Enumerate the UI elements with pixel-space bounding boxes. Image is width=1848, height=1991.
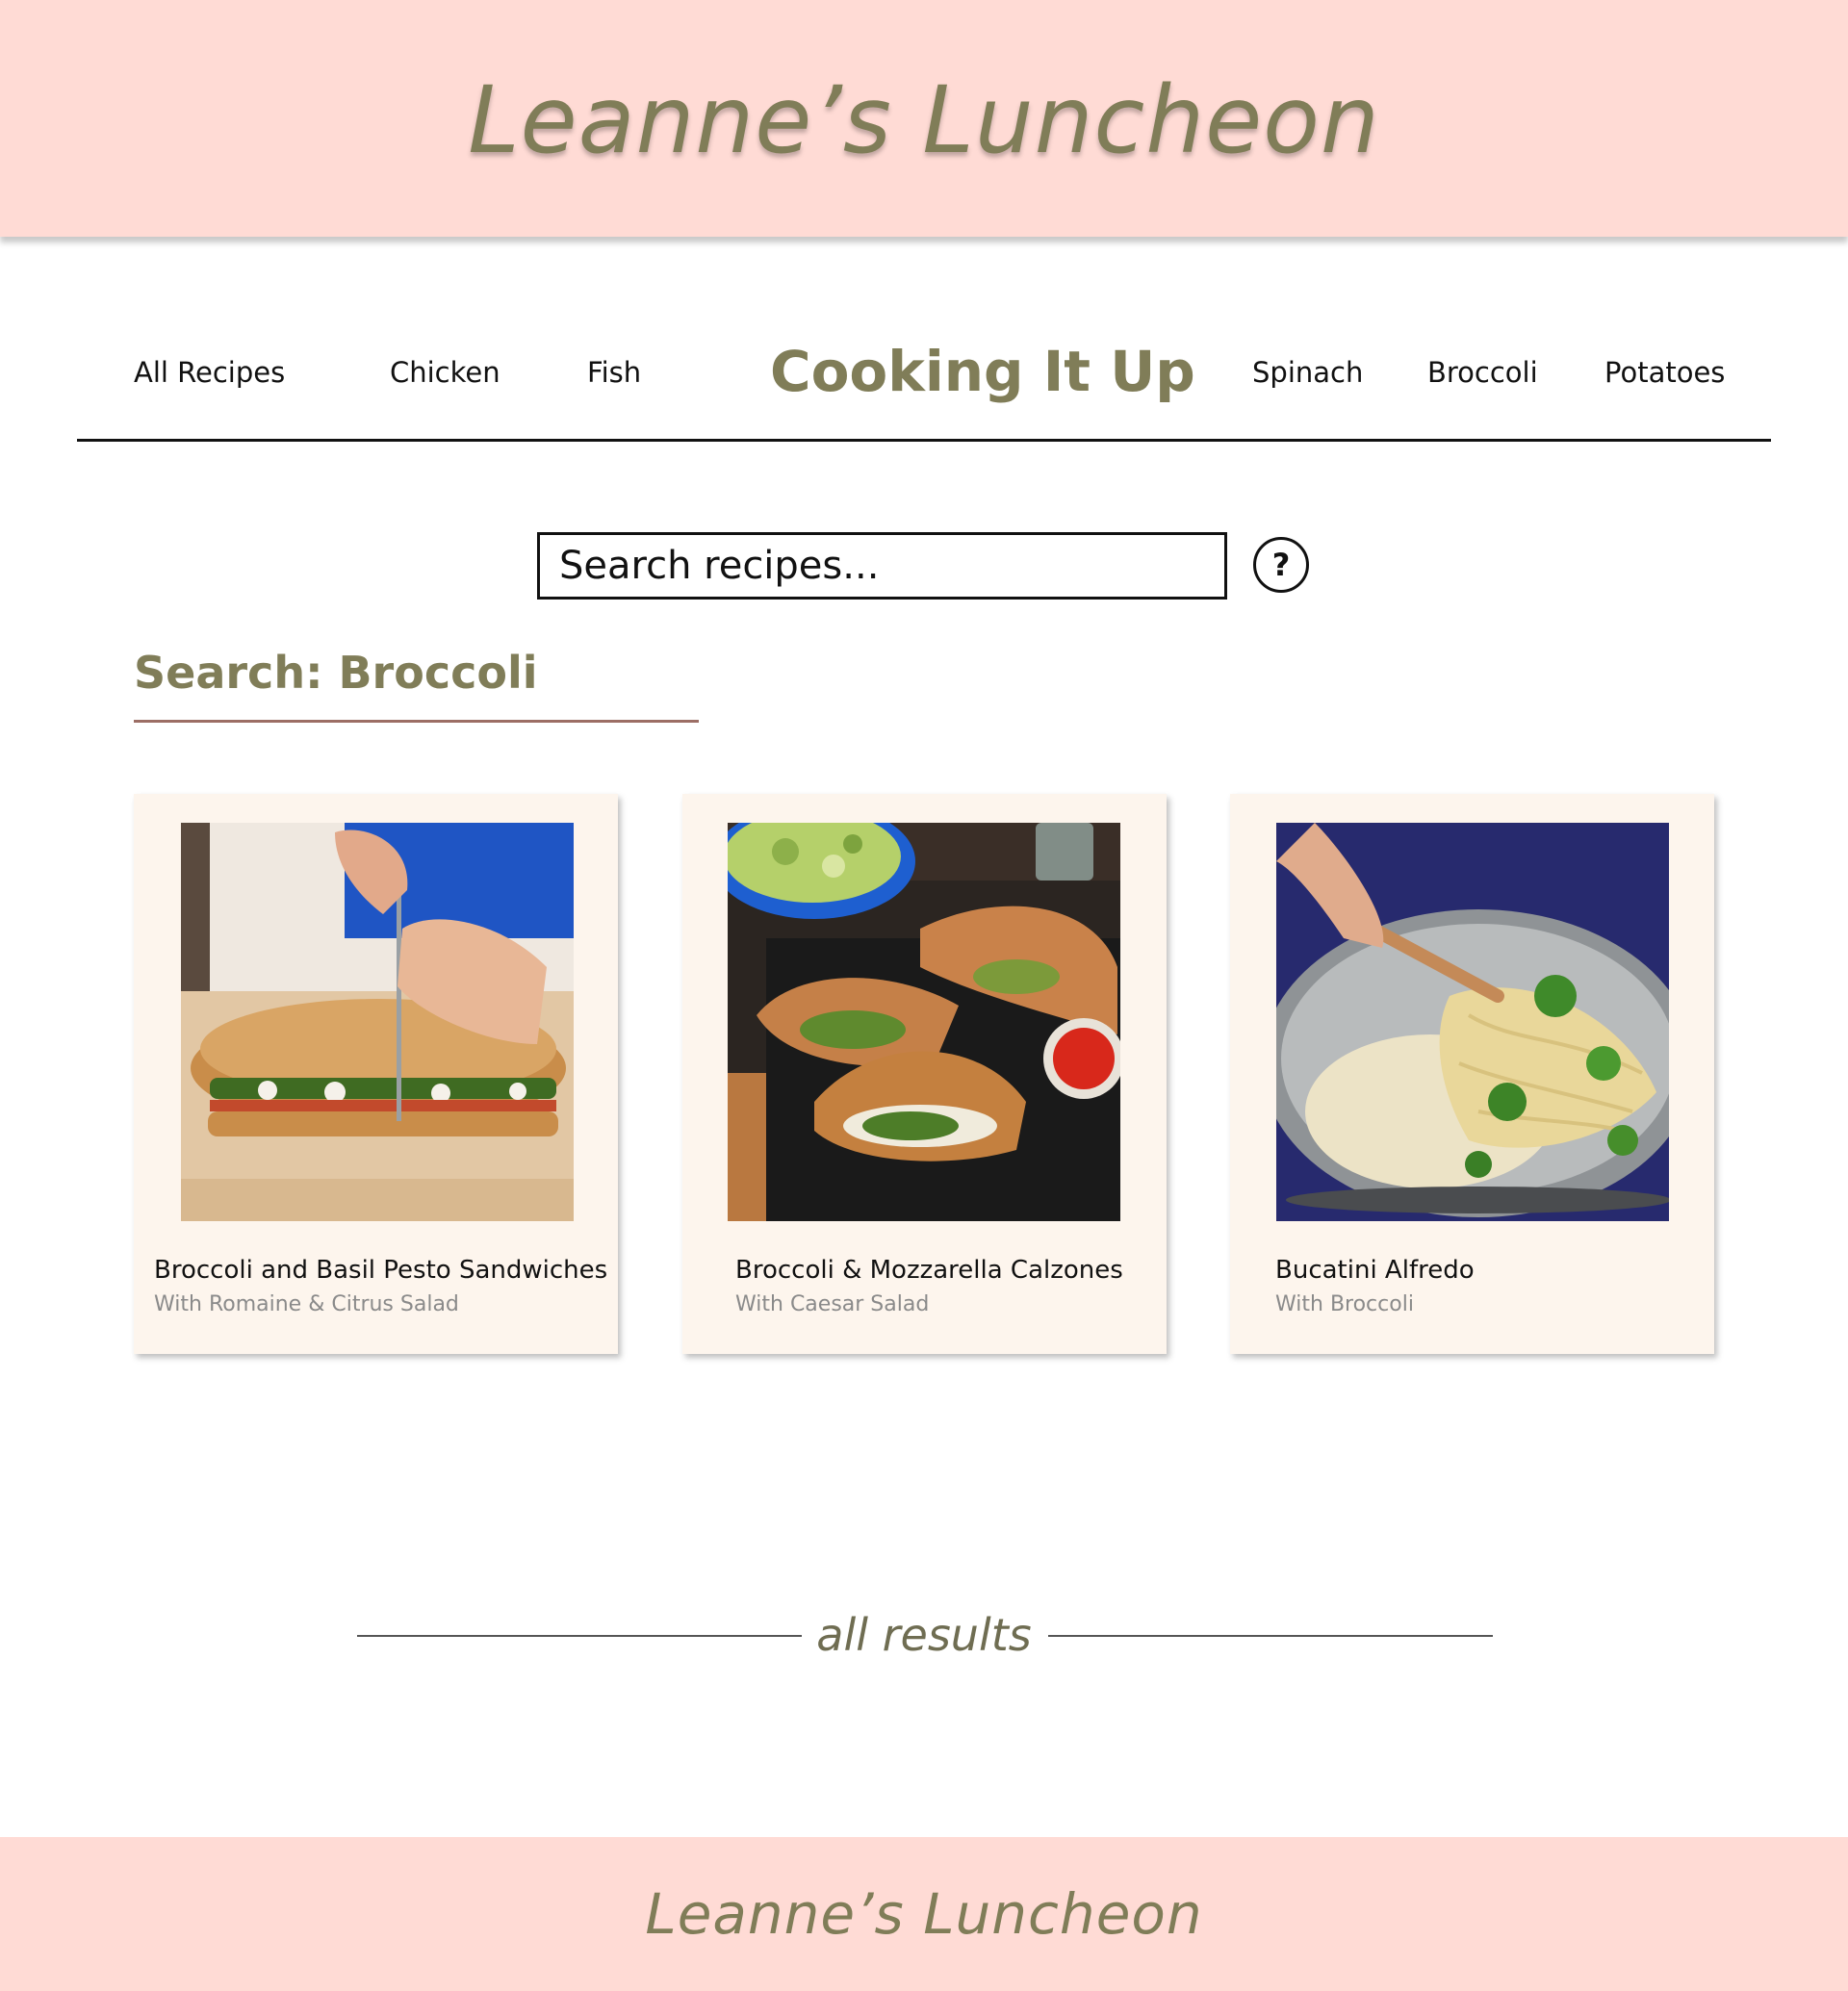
nav-link-spinach[interactable]: Spinach — [1252, 356, 1363, 389]
recipe-title[interactable]: Broccoli and Basil Pesto Sandwiches — [154, 1256, 626, 1285]
recipe-subtitle: With Caesar Salad — [735, 1292, 930, 1316]
search-box[interactable] — [537, 532, 1227, 600]
search-input[interactable] — [540, 535, 1224, 597]
recipe-subtitle: With Romaine & Citrus Salad — [154, 1292, 459, 1316]
results-divider-left — [357, 1635, 802, 1637]
footer-logo[interactable]: Leanne’s Luncheon — [645, 1881, 1202, 1947]
recipe-card-calzones[interactable]: Broccoli & Mozzarella Calzones With Caes… — [682, 794, 1167, 1354]
recipe-photo-calzones — [728, 823, 1120, 1221]
nav-link-potatoes[interactable]: Potatoes — [1604, 356, 1725, 389]
site-logo[interactable]: Leanne’s Luncheon — [468, 66, 1380, 174]
nav-brand[interactable]: Cooking It Up — [770, 339, 1195, 404]
recipe-photo-alfredo — [1276, 823, 1669, 1221]
nav-divider — [77, 439, 1771, 442]
recipe-photo-sandwich — [181, 823, 574, 1221]
recipe-subtitle: With Broccoli — [1275, 1292, 1414, 1316]
all-results-link[interactable]: all results — [799, 1609, 1049, 1661]
nav-link-fish[interactable]: Fish — [587, 356, 641, 389]
help-icon[interactable]: ? — [1253, 537, 1309, 593]
nav-link-all-recipes[interactable]: All Recipes — [134, 356, 285, 389]
results-divider-right — [1048, 1635, 1493, 1637]
recipe-title[interactable]: Broccoli & Mozzarella Calzones — [735, 1256, 1207, 1285]
nav-link-chicken[interactable]: Chicken — [390, 356, 500, 389]
search-results-heading: Search: Broccoli — [134, 647, 538, 699]
recipe-card-pesto-sandwiches[interactable]: Broccoli and Basil Pesto Sandwiches With… — [134, 794, 618, 1354]
nav-link-broccoli[interactable]: Broccoli — [1427, 356, 1538, 389]
site-header: Leanne’s Luncheon — [0, 0, 1848, 237]
recipe-title[interactable]: Bucatini Alfredo — [1275, 1256, 1747, 1285]
site-footer: Leanne’s Luncheon — [0, 1837, 1848, 1991]
search-heading-underline — [134, 720, 699, 723]
recipe-card-bucatini-alfredo[interactable]: Bucatini Alfredo With Broccoli — [1230, 794, 1714, 1354]
